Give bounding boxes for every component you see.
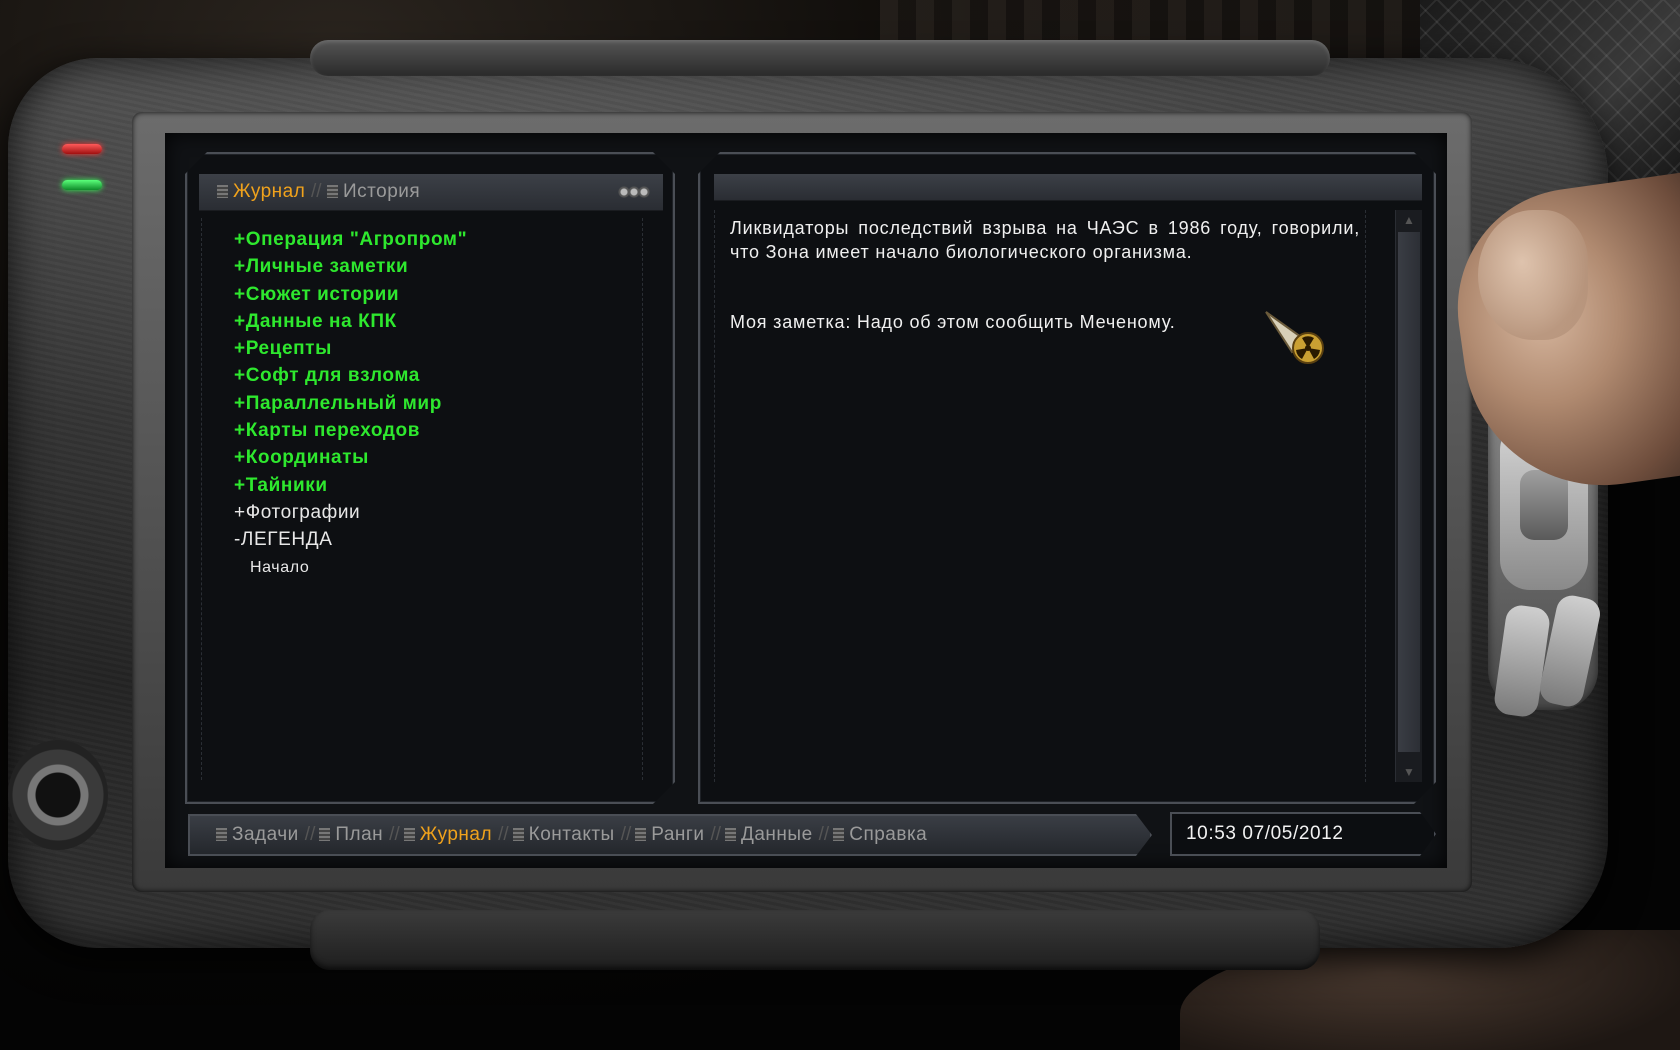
game-scene: Журнал // История +Операция "Агропром" +… — [0, 0, 1680, 1050]
document-icon — [327, 185, 338, 198]
document-icon — [833, 828, 844, 841]
tab-help[interactable]: Справка — [833, 816, 927, 854]
document-icon — [725, 828, 736, 841]
tab-journal-bottom[interactable]: Журнал — [404, 816, 492, 854]
radiation-marker-icon — [1262, 308, 1332, 368]
scrollbar-thumb[interactable] — [1398, 232, 1420, 752]
tab-data-label: Данные — [741, 824, 813, 845]
tab-map[interactable]: План — [319, 816, 383, 854]
red-led-icon — [62, 144, 102, 154]
tab-separator: // — [389, 824, 400, 845]
scroll-down-icon[interactable]: ▼ — [1399, 764, 1419, 780]
tab-ranks[interactable]: Ранги — [635, 816, 704, 854]
dpad-center-button[interactable] — [1520, 470, 1568, 540]
journal-item-parallel-world[interactable]: +Параллельный мир — [234, 390, 467, 417]
journal-item-personal-notes[interactable]: +Личные заметки — [234, 253, 467, 280]
journal-item-stashes[interactable]: +Тайники — [234, 472, 467, 499]
tab-history-label: История — [343, 181, 421, 202]
journal-item-operation-agroprom[interactable]: +Операция "Агропром" — [234, 226, 467, 253]
bottom-tabs: Задачи//План//Журнал//Контакты//Ранги//Д… — [216, 816, 927, 854]
tab-separator: // — [304, 824, 316, 845]
journal-list-panel: Журнал // История +Операция "Агропром" +… — [185, 152, 675, 804]
tab-data[interactable]: Данные — [725, 816, 813, 854]
thumb-nail — [1478, 210, 1588, 340]
journal-item-recipes[interactable]: +Рецепты — [234, 335, 467, 362]
tab-separator: // — [498, 824, 509, 845]
document-icon — [216, 828, 227, 841]
journal-item-hacking-software[interactable]: +Софт для взлома — [234, 362, 467, 389]
document-icon — [635, 828, 646, 841]
tab-map-label: План — [335, 824, 384, 845]
tab-help-label: Справка — [849, 824, 928, 845]
content-header — [714, 174, 1422, 201]
tab-journal-bottom-label: Журнал — [419, 824, 493, 845]
journal-item-story-plot[interactable]: +Сюжет истории — [234, 281, 467, 308]
tab-journal-label: Журнал — [233, 181, 306, 202]
bottom-nav-bar: Задачи//План//Журнал//Контакты//Ранги//Д… — [188, 814, 1152, 856]
journal-item-photos[interactable]: +Фотографии — [234, 499, 467, 526]
tab-contacts-label: Контакты — [528, 824, 615, 845]
document-icon — [404, 828, 415, 841]
tab-separator: // — [620, 824, 632, 845]
journal-subitem-beginning[interactable]: Начало — [234, 554, 467, 581]
document-icon — [319, 828, 330, 841]
green-led-icon — [62, 180, 102, 190]
tab-ranks-label: Ранги — [651, 824, 705, 845]
document-icon — [217, 185, 228, 198]
clock-display: 10:53 07/05/2012 — [1170, 812, 1436, 856]
tab-tasks[interactable]: Задачи — [216, 816, 299, 854]
document-icon — [513, 828, 524, 841]
journal-item-coordinates[interactable]: +Координаты — [234, 444, 467, 471]
journal-item-transition-maps[interactable]: +Карты переходов — [234, 417, 467, 444]
tab-journal[interactable]: Журнал — [217, 174, 305, 210]
journal-list: +Операция "Агропром" +Личные заметки +Сю… — [234, 226, 467, 581]
entry-paragraph: Ликвидаторы последствий взрыва на ЧАЭС в… — [730, 218, 1360, 262]
content-scrollbar[interactable]: ▲ ▼ — [1395, 210, 1422, 782]
pda-bottom-ridge — [310, 910, 1320, 970]
tab-separator: // — [710, 824, 721, 845]
tab-separator: // — [311, 181, 322, 202]
tab-tasks-label: Задачи — [232, 824, 299, 845]
journal-item-legend[interactable]: -ЛЕГЕНДА — [234, 526, 467, 553]
journal-content-panel: Ликвидаторы последствий взрыва на ЧАЭС в… — [698, 152, 1436, 804]
gear-icon[interactable] — [617, 184, 651, 200]
journal-item-pda-data[interactable]: +Данные на КПК — [234, 308, 467, 335]
tab-history[interactable]: История — [327, 174, 420, 210]
dial-knob-icon — [8, 740, 108, 850]
scroll-up-icon[interactable]: ▲ — [1399, 212, 1419, 228]
pda-top-ridge — [310, 40, 1330, 76]
tab-separator: // — [818, 824, 830, 845]
clock-text: 10:53 07/05/2012 — [1186, 823, 1344, 844]
tab-contacts[interactable]: Контакты — [513, 816, 615, 854]
journal-tabs-header: Журнал // История — [199, 174, 663, 211]
